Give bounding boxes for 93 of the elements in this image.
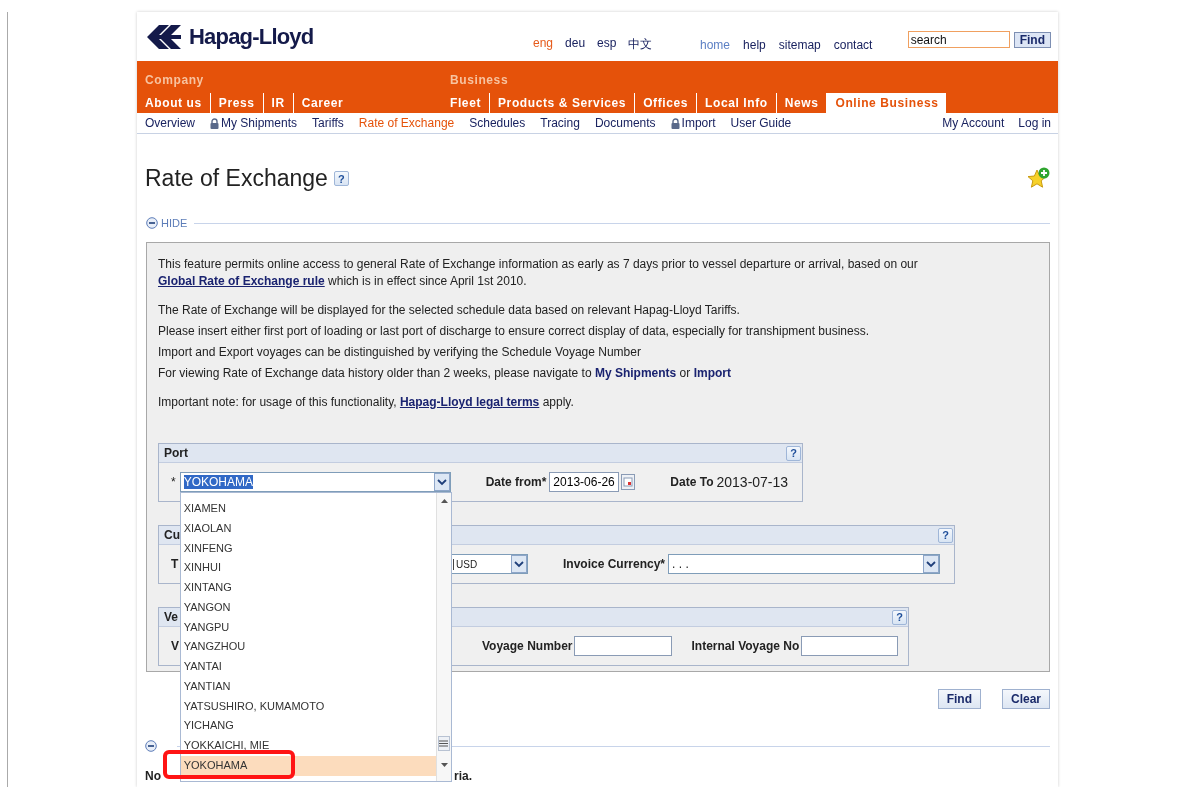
nav-tab[interactable]: Products & Services [489,93,635,113]
header-link[interactable]: sitemap [778,37,821,52]
link[interactable]: My Shipments [594,366,677,380]
lock-icon [670,117,680,129]
language-link[interactable]: deu [565,36,586,53]
account-link[interactable]: My Account [942,116,1005,130]
language-link[interactable]: esp [597,36,617,53]
link[interactable]: Import [693,366,731,380]
nav-tab[interactable]: Offices [634,93,697,113]
select-value: YOKOHAMA [182,475,254,489]
nav-tab[interactable]: Online Business [826,93,947,113]
help-icon[interactable]: ? [938,527,953,543]
nav-group-title: Business [450,73,510,87]
subnav-link[interactable]: Tracing [540,116,580,130]
clear-button[interactable]: Clear [1001,689,1050,709]
invoice-currency-select[interactable]: . . . [668,554,941,574]
favorite-star-plus-icon [1026,167,1050,189]
scroll-up-icon [440,499,448,503]
language-link[interactable]: eng [533,36,554,53]
invoice-currency-label: Invoice Currency* [563,557,666,571]
language-link[interactable]: 中文 [628,36,653,53]
subnav-link[interactable]: Overview [145,116,195,130]
subnav-link[interactable]: My Shipments [210,116,298,130]
section-title: Port [164,446,188,460]
help-icon[interactable]: ? [786,445,801,461]
account-link[interactable]: Log in [1018,116,1051,130]
date-to-value: 2013-07-13 [716,474,789,490]
help-icon[interactable]: ? [892,609,907,625]
find-button[interactable]: Find [1013,31,1051,48]
grip-icon [439,740,449,747]
paragraph: Import and Export voyages can be distinguished by verifying the Schedule Voyage Number [158,344,642,361]
help-icon[interactable]: ? [333,171,349,186]
required-mark: * [171,475,176,489]
section-title: Ve [164,610,178,624]
link[interactable]: Global Rate of Exchange rule [158,274,325,288]
nav-tab[interactable]: About us [145,93,210,113]
dropdown-option[interactable]: XINFENG [180,538,436,559]
field-label: V [171,639,179,653]
dropdown-option[interactable]: XINHUI [180,558,436,578]
lock-icon [210,117,219,129]
subnav-link[interactable]: Schedules [469,116,526,130]
header-link[interactable]: contact [833,37,873,52]
header-link[interactable]: help [743,37,766,52]
dropdown-option[interactable]: XIAMEN [180,499,436,519]
calendar-icon [621,474,636,490]
link[interactable]: Hapag-Lloyd legal terms [399,395,540,409]
date-from-label: Date from* [485,475,547,489]
voyage-number-field[interactable] [574,636,673,656]
nav-tab[interactable]: Career [292,93,352,113]
internal-voyage-label: Internal Voyage No [691,639,800,653]
dropdown-option[interactable]: YOKKAICHI, MIE [180,736,436,756]
logo-chevrons-icon [145,24,181,49]
currency-select[interactable]: USD [449,554,528,574]
nav-tab[interactable]: Fleet [450,93,489,113]
nav-group-title: Company [145,73,205,87]
date-from-field[interactable]: 2013-06-26 [549,472,620,492]
search-field[interactable]: search [907,31,1010,48]
subnav-link[interactable]: Rate of Exchange [358,116,455,130]
section-title: Cu [164,528,180,542]
dropdown-option[interactable]: YANGZHOU [180,637,436,657]
paragraph: The Rate of Exchange will be displayed for the selected schedule data based on relevant Hapag-Lloyd Tariffs. [158,302,741,319]
result-message: No [145,769,161,783]
dropdown-option[interactable]: YANGON [180,597,436,618]
dropdown-option[interactable]: YICHANG [180,716,436,736]
paragraph: This feature permits online access to general Rate of Exchange information as early as 7 days prior to vessel departure or arrival, based on our Global Rate of Exchange rule which is in effect since April 1st 2010. [158,256,919,290]
internal-voyage-field[interactable] [801,636,899,656]
find-button[interactable]: Find [937,689,981,709]
logo-text: Hapag-Lloyd [189,23,314,50]
paragraph: For viewing Rate of Exchange data history older than 2 weeks, please navigate to My Shipments or Import [158,365,732,382]
scroll-down-icon [440,763,448,767]
dropdown-option[interactable]: YANGPU [180,617,436,638]
dropdown-option[interactable]: XINTANG [180,578,436,598]
nav-tab[interactable]: Local Info [696,93,776,113]
subnav-link[interactable]: Documents [594,116,656,130]
dropdown-option[interactable]: YANTIAN [180,676,436,697]
result-message: ria. [454,769,472,783]
field-label: T [171,557,179,571]
dropdown-option[interactable]: YATSUSHIRO, KUMAMOTO [180,696,436,717]
dropdown-option[interactable]: YANTAI [180,657,436,677]
nav-tab[interactable]: IR [262,93,293,113]
date-to-label: Date To [670,475,714,489]
page-title: Rate of Exchange [145,165,328,192]
subnav-link[interactable]: Tariffs [312,116,344,130]
dropdown-option[interactable]: XIAOLAN [180,518,436,539]
paragraph: Important note: for usage of this functionality, Hapag-Lloyd legal terms apply. [158,394,575,411]
dropdown-option[interactable]: YOKOHAMA [180,755,436,776]
hide-toggle-link[interactable]: HIDE [161,217,188,229]
subnav-link[interactable]: User Guide [730,116,792,130]
paragraph: Please insert either first port of loading or last port of discharge to ensure correct display of data, especially for transhipment business. [158,323,871,340]
nav-tab[interactable]: Press [209,93,263,113]
subnav-link[interactable]: Import [670,116,716,130]
header-link[interactable]: home [700,37,731,52]
voyage-number-label: Voyage Number [482,639,573,653]
